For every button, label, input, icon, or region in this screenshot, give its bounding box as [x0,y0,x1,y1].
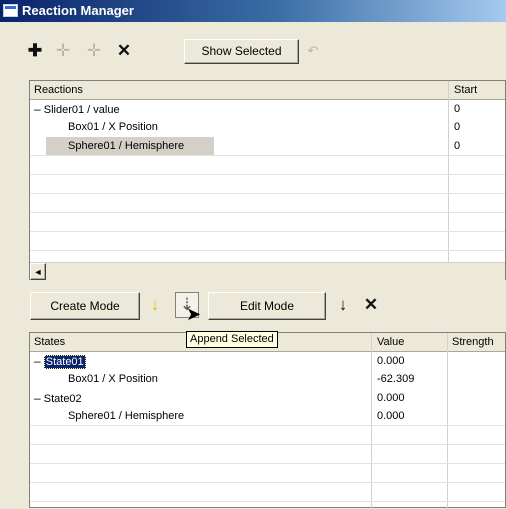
row-line [30,482,505,483]
states-panel: States Value Strength – State01 0.000 Bo… [29,332,506,509]
reaction-name: Slider01 / value [43,104,120,116]
strength-column-header[interactable]: Strength [452,333,494,351]
row-line [30,501,505,502]
reactions-column-header[interactable]: Reactions [34,84,83,96]
window-icon [3,4,18,17]
row-line [30,155,505,156]
row-line [30,193,505,194]
scroll-left-button[interactable]: ◄ [30,263,46,280]
row-line [30,463,505,464]
row-line [30,425,505,426]
row-line [30,212,505,213]
reaction-start: 0 [454,103,461,115]
row-line [30,174,505,175]
reaction-start: 0 [454,140,461,152]
row-line [30,250,505,251]
state-value: 0.000 [377,355,405,367]
reactions-rows: – Slider01 / value 0 Box01 / X Position … [30,100,505,262]
state-target: Box01 / X Position [68,373,158,385]
state-name: State01 [43,355,86,369]
add-slave-icon[interactable]: ✛ [55,42,71,60]
reactions-panel: Reactions Start – Slider01 / value 0 Box… [29,80,506,280]
reaction-row[interactable]: – Slider01 / value [34,100,120,118]
horizontal-scrollbar[interactable]: ◄ [30,262,505,280]
collapse-icon[interactable]: – [34,102,41,116]
edit-mode-button[interactable]: Edit Mode [208,292,326,320]
state-target: Sphere01 / Hemisphere [68,410,185,422]
collapse-icon[interactable]: – [34,391,41,405]
delete-icon[interactable]: ✕ [116,42,132,60]
state-row[interactable]: – State02 [34,389,82,407]
create-mode-button[interactable]: Create Mode [30,292,140,320]
window-title: Reaction Manager [22,3,134,18]
collapse-icon[interactable]: – [34,354,41,368]
state-row[interactable]: Sphere01 / Hemisphere [68,407,184,425]
value-column-header[interactable]: Value [377,333,404,351]
state-value: 0.000 [377,410,405,422]
state-row[interactable]: – State01 [34,352,86,370]
start-column-header[interactable]: Start [454,81,477,99]
set-state-icon[interactable]: ↓ [335,296,351,314]
row-line [30,231,505,232]
state-value: -62.309 [377,373,415,385]
mouse-cursor-icon: ➤ [186,304,202,324]
add-selected-icon[interactable]: ✛ [86,42,102,60]
plus-icon[interactable]: ✚ [27,42,43,60]
state-row[interactable]: Box01 / X Position [68,370,158,388]
create-state-icon[interactable]: ↓ [147,296,163,314]
tooltip: Append Selected [186,331,278,348]
reaction-name: Sphere01 / Hemisphere [68,140,185,152]
states-rows: – State01 0.000 Box01 / X Position -62.3… [30,352,505,508]
state-value: 0.000 [377,392,405,404]
undo-icon[interactable]: ↶ [305,42,321,60]
reaction-start: 0 [454,121,461,133]
reaction-name: Box01 / X Position [68,121,158,133]
title-bar[interactable]: Reaction Manager [0,0,506,22]
row-line [30,444,505,445]
states-column-header[interactable]: States [34,336,65,348]
reaction-row[interactable]: Box01 / X Position [68,118,158,136]
delete-state-icon[interactable]: ✕ [363,296,379,314]
reaction-row[interactable]: Sphere01 / Hemisphere [68,137,184,155]
reactions-header: Reactions [30,81,505,100]
show-selected-button[interactable]: Show Selected [184,39,299,64]
state-name: State02 [43,393,82,405]
